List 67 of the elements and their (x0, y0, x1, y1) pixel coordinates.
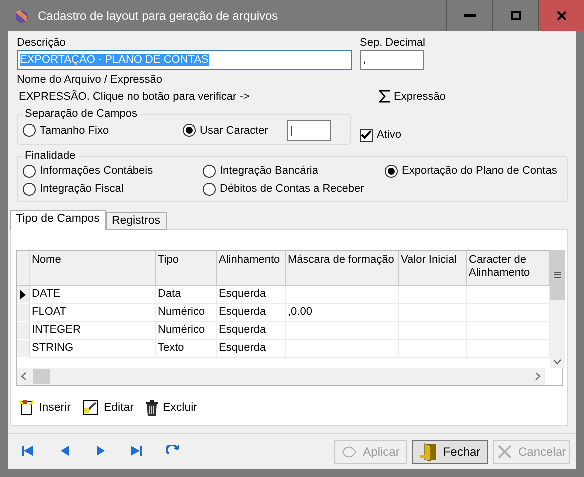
row-pointer-icon (20, 290, 26, 300)
active-checkbox[interactable]: Ativo (360, 126, 402, 144)
column-header[interactable]: Nome (30, 251, 156, 286)
table-cell: Numérico (156, 322, 217, 340)
last-record-icon[interactable] (130, 445, 144, 457)
radio-option[interactable]: Exportação do Plano de Contas (385, 162, 559, 180)
first-record-icon[interactable] (22, 445, 36, 457)
column-header[interactable]: Caracter de Alinhamento (467, 251, 550, 286)
radio-option[interactable]: Integração Fiscal (23, 180, 203, 198)
expression-text: EXPRESSÃO. Clique no botão para verificar -> (18, 90, 251, 102)
row-indicator[interactable] (17, 286, 30, 304)
character-field[interactable]: | (287, 120, 331, 141)
grip-icon (554, 272, 561, 278)
table-cell: Texto (156, 340, 217, 358)
trash-icon (144, 399, 160, 417)
refresh-icon[interactable] (166, 445, 180, 458)
table-cell: Esquerda (217, 340, 286, 358)
group-title: Separação de Campos (24, 108, 139, 120)
tab[interactable]: Tipo de Campos (10, 210, 106, 230)
new-page-icon (18, 399, 36, 417)
table-cell: Data (156, 286, 217, 304)
maximize-icon (510, 11, 520, 20)
x-icon (496, 442, 514, 460)
table-cell: Esquerda (217, 304, 286, 322)
field-label: Descrição (17, 37, 67, 50)
table-cell: INTEGER (30, 322, 156, 340)
minimize-icon (464, 14, 476, 18)
table-cell: STRING (30, 340, 156, 358)
horizontal-scrollbar[interactable] (17, 368, 545, 385)
radio-option[interactable]: Integração Bancária (203, 162, 385, 180)
toolbar-action[interactable]: Editar (80, 399, 134, 417)
window-title: Cadastro de layout para geração de arquivos (38, 8, 280, 22)
toolbar-action[interactable]: Excluir (144, 399, 198, 417)
edit-page-icon (80, 399, 101, 417)
field-label: Nome do Arquivo / Expressão (17, 74, 164, 87)
close-button[interactable] (538, 0, 584, 31)
column-header[interactable]: Máscara de formação (286, 251, 399, 286)
scroll-thumb[interactable] (550, 250, 565, 300)
table-cell: ,0.00 (286, 304, 399, 322)
column-header[interactable]: Valor Inicial (399, 251, 467, 286)
scroll-thumb[interactable] (33, 369, 50, 384)
toolbar-action[interactable]: Inserir (18, 399, 71, 417)
app-icon (14, 8, 30, 24)
table-cell (399, 286, 467, 304)
radio-option[interactable]: Usar Caracter (183, 122, 287, 140)
close-icon (556, 10, 566, 20)
radio-option[interactable]: Débitos de Contas a Receber (203, 180, 385, 198)
dialog-button[interactable]: Fechar (412, 440, 488, 464)
radio-option[interactable]: Tamanho Fixo (23, 122, 183, 140)
field-label: Sep. Decimal (360, 37, 426, 50)
table-cell: FLOAT (30, 304, 156, 322)
radio-option[interactable]: Informações Contábeis (23, 162, 203, 180)
table-cell: DATE (30, 286, 156, 304)
table-cell: Esquerda (217, 286, 286, 304)
expression-button[interactable]: Expressão (379, 90, 446, 103)
table-cell: Esquerda (217, 322, 286, 340)
column-header[interactable]: Tipo (156, 251, 217, 286)
column-header[interactable]: Alinhamento (217, 251, 286, 286)
checkmark-icon (361, 130, 372, 140)
table-cell: Numérico (156, 304, 217, 322)
sigma-icon (379, 90, 391, 103)
decimal-separator-field[interactable]: , (360, 50, 424, 70)
vertical-scrollbar[interactable] (550, 251, 565, 368)
row-header-corner (17, 251, 30, 286)
group-title: Finalidade (24, 150, 77, 162)
tab[interactable]: Registros (106, 212, 167, 230)
field-value: EXPORTAÇÃO - PLANO DE CONTAS (20, 54, 209, 66)
